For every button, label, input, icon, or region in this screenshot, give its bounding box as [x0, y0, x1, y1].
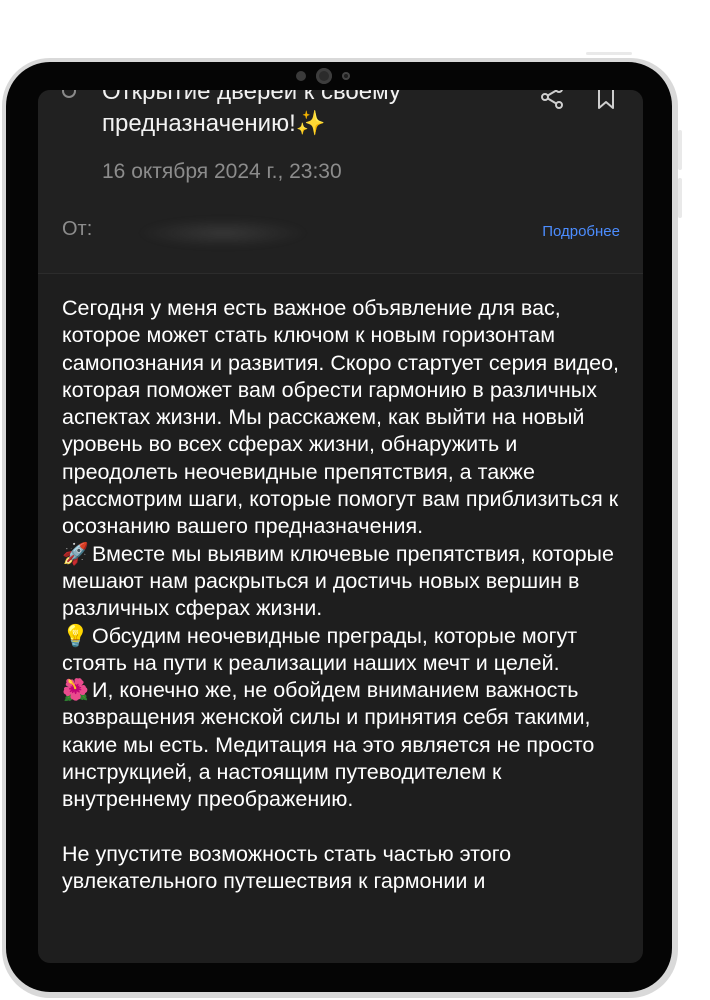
message-body: Сегодня у меня есть важное объявление дл… — [62, 295, 628, 895]
sender-redacted — [138, 218, 308, 248]
message-subject: Открытие дверей к своему предназначению!… — [102, 90, 522, 140]
hibiscus-icon: 🌺 — [62, 678, 89, 703]
sparkle-icon: ✨ — [295, 110, 326, 137]
power-button — [586, 52, 632, 55]
share-icon[interactable] — [539, 90, 565, 110]
from-label: От: — [62, 218, 93, 240]
bullet-text: Вместе мы выявим ключевые препятствия, к… — [62, 541, 614, 621]
lightbulb-icon: 💡 — [62, 623, 89, 648]
volume-down-button — [678, 178, 682, 218]
camera-icon — [316, 68, 332, 84]
body-bullet: 💡 Обсудим неочевидные преграды, которые … — [62, 623, 628, 678]
bookmark-icon[interactable] — [593, 90, 619, 110]
message-date: 16 октября 2024 г., 23:30 — [102, 160, 342, 183]
bullet-text: Обсудим неочевидные преграды, которые мо… — [62, 623, 578, 675]
header-actions — [539, 90, 619, 110]
body-paragraph: Не упустите возможность стать частью это… — [62, 841, 512, 893]
flash-icon — [342, 72, 350, 80]
mail-screen: Открытие дверей к своему предназначению!… — [38, 90, 643, 963]
camera-bar — [278, 68, 368, 84]
details-link[interactable]: Подробнее — [542, 223, 620, 240]
subject-text: Открытие дверей к своему предназначению! — [102, 90, 401, 137]
body-bullet: 🚀 Вместе мы выявим ключевые препятствия,… — [62, 541, 628, 623]
body-paragraph: Сегодня у меня есть важное объявление дл… — [62, 296, 620, 539]
bullet-text: И, конечно же, не обойдем вниманием важн… — [62, 678, 595, 812]
body-bullet: 🌺 И, конечно же, не обойдем вниманием ва… — [62, 677, 628, 813]
rocket-icon: 🚀 — [62, 541, 89, 566]
volume-up-button — [678, 130, 682, 170]
sensor-icon — [296, 71, 306, 81]
tablet-mockup: Открытие дверей к своему предназначению!… — [0, 0, 710, 1000]
message-header: Открытие дверей к своему предназначению!… — [38, 90, 643, 274]
unread-dot-icon — [62, 90, 76, 98]
